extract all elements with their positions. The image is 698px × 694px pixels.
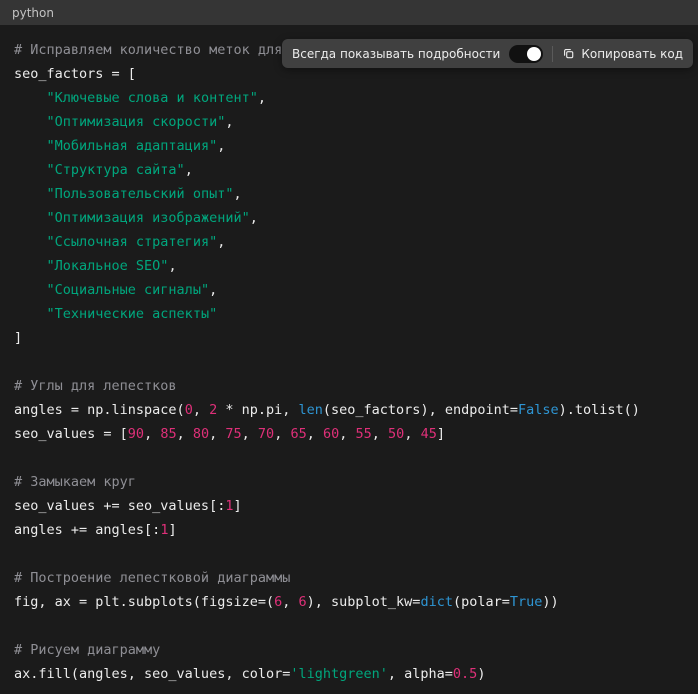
code-line: # Построение лепестковой диаграммы — [14, 566, 684, 590]
copy-icon — [562, 47, 575, 60]
code-line: "Пользовательский опыт", — [14, 182, 684, 206]
code-line — [14, 350, 684, 374]
code-line — [14, 446, 684, 470]
details-toggle-label: Всегда показывать подробности — [292, 47, 500, 61]
code-area: # Исправляем количество меток для лепест… — [0, 25, 698, 694]
toolbar-divider — [552, 46, 553, 62]
code-line: # Углы для лепестков — [14, 374, 684, 398]
code-line: ] — [14, 326, 684, 350]
code-line: angles += angles[:1] — [14, 518, 684, 542]
copy-code-label: Копировать код — [581, 47, 683, 61]
code-header: python — [0, 0, 698, 25]
details-toggle[interactable] — [509, 45, 543, 63]
code-line: # Рисуем диаграмму — [14, 638, 684, 662]
code-line: "Оптимизация скорости", — [14, 110, 684, 134]
language-label: python — [12, 6, 54, 20]
code-line: # Замыкаем круг — [14, 470, 684, 494]
code-line: seo_values = [90, 85, 80, 75, 70, 65, 60… — [14, 422, 684, 446]
code-line: "Оптимизация изображений", — [14, 206, 684, 230]
code-line: "Ссылочная стратегия", — [14, 230, 684, 254]
code-line — [14, 542, 684, 566]
code-line: ax.fill(angles, seo_values, color='light… — [14, 662, 684, 686]
code-block: python Всегда показывать подробности Коп… — [0, 0, 698, 692]
copy-code-button[interactable]: Копировать код — [562, 47, 683, 61]
code-line: angles = np.linspace(0, 2 * np.pi, len(s… — [14, 398, 684, 422]
code-line: "Технические аспекты" — [14, 302, 684, 326]
code-line: "Мобильная адаптация", — [14, 134, 684, 158]
code-line: "Ключевые слова и контент", — [14, 86, 684, 110]
code-toolbar: Всегда показывать подробности Копировать… — [282, 39, 693, 68]
code-line: "Социальные сигналы", — [14, 278, 684, 302]
code-line — [14, 614, 684, 638]
code-line: seo_values += seo_values[:1] — [14, 494, 684, 518]
toggle-knob — [527, 47, 541, 61]
code-content: # Исправляем количество меток для лепест… — [14, 38, 684, 686]
code-line: "Локальное SEO", — [14, 254, 684, 278]
code-line: fig, ax = plt.subplots(figsize=(6, 6), s… — [14, 590, 684, 614]
code-line: "Структура сайта", — [14, 158, 684, 182]
